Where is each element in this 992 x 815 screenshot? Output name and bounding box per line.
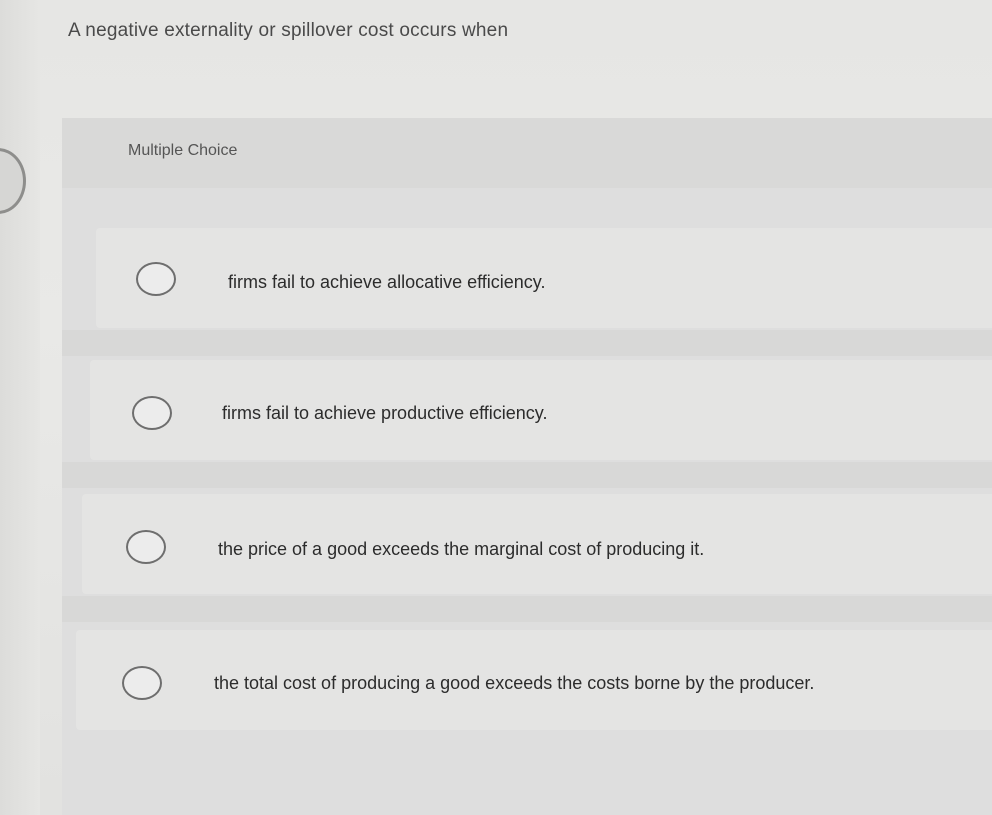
option-divider: [62, 462, 992, 488]
multiple-choice-header: Multiple Choice: [62, 118, 992, 188]
option-divider: [62, 330, 992, 356]
option-divider: [62, 596, 992, 622]
radio-button-d[interactable]: [122, 666, 162, 700]
option-a-text: firms fail to achieve allocative efficie…: [228, 272, 546, 292]
page-left-edge: [0, 0, 40, 815]
option-a[interactable]: firms fail to achieve allocative efficie…: [96, 228, 992, 328]
multiple-choice-panel: Multiple Choice firms fail to achieve al…: [62, 118, 992, 815]
option-d-text: the total cost of producing a good excee…: [214, 673, 815, 693]
option-c[interactable]: the price of a good exceeds the marginal…: [82, 494, 992, 594]
option-d[interactable]: the total cost of producing a good excee…: [76, 630, 992, 730]
radio-button-b[interactable]: [132, 396, 172, 430]
question-text: A negative externality or spillover cost…: [68, 20, 509, 41]
radio-button-a[interactable]: [136, 262, 176, 296]
multiple-choice-label: Multiple Choice: [128, 142, 238, 159]
option-b-text: firms fail to achieve productive efficie…: [222, 403, 548, 423]
option-c-text: the price of a good exceeds the marginal…: [218, 539, 705, 559]
radio-button-c[interactable]: [126, 530, 166, 564]
option-b[interactable]: firms fail to achieve productive efficie…: [90, 360, 992, 460]
